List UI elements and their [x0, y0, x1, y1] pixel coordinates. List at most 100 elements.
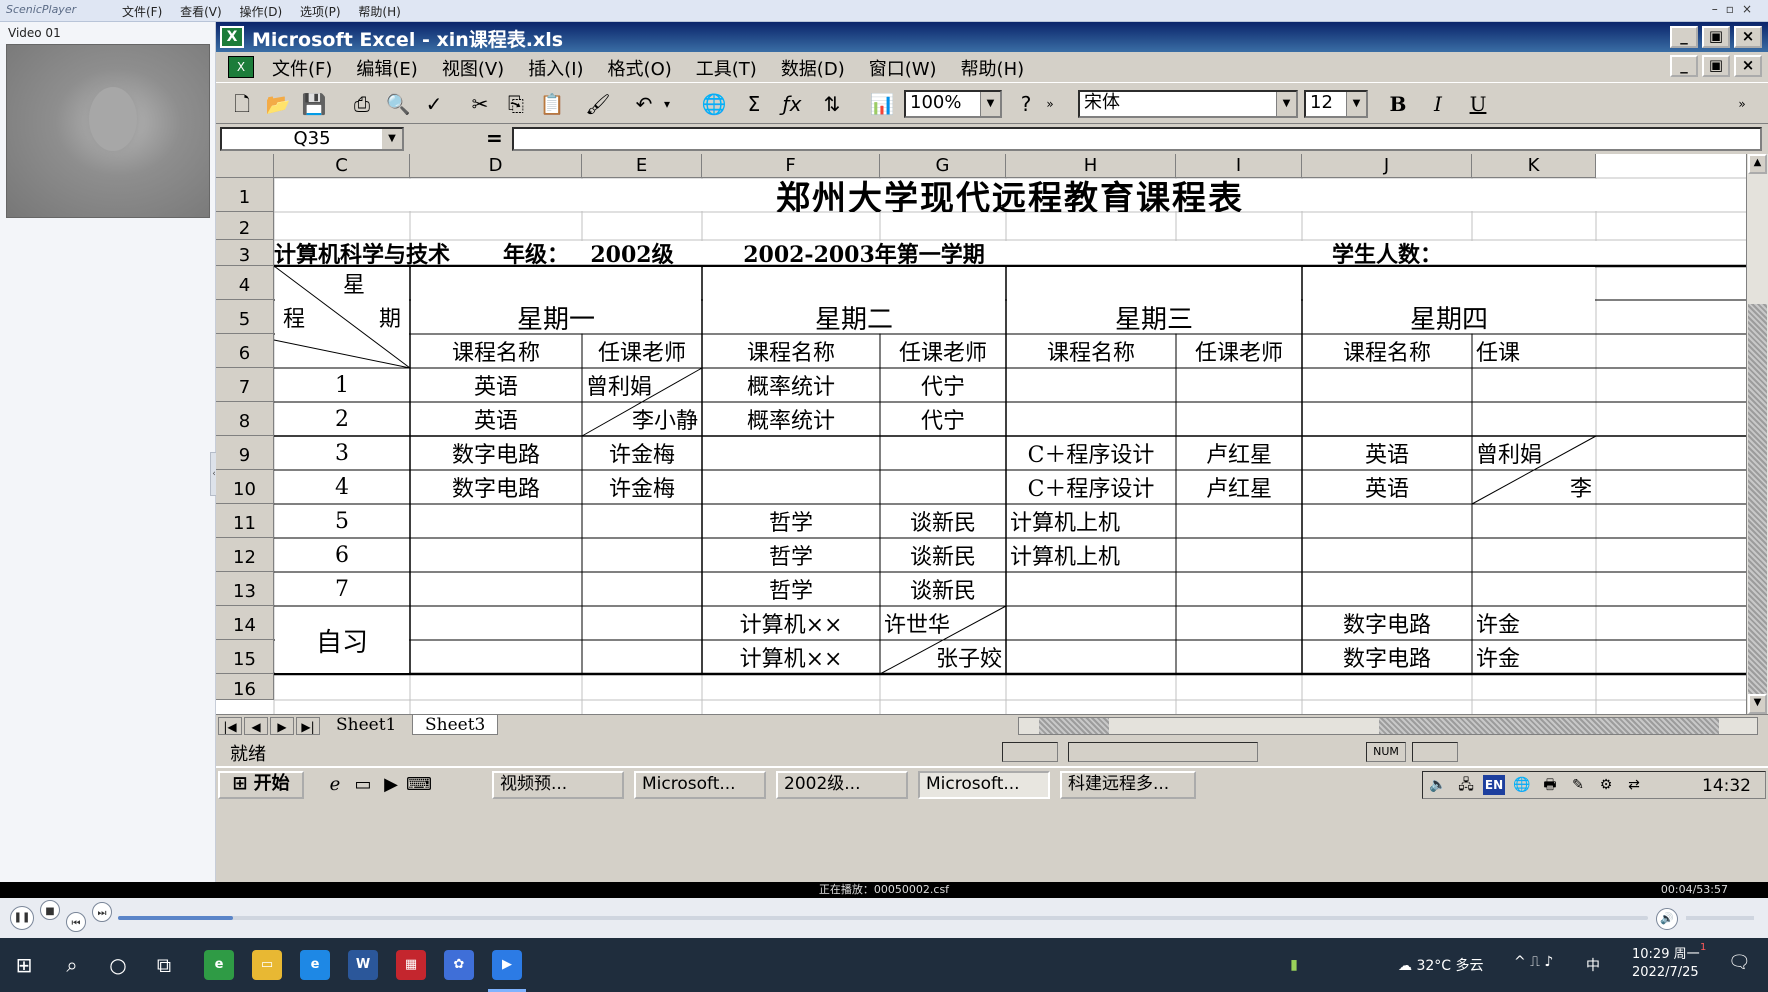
course-name-header[interactable]: 课程名称 — [702, 334, 880, 368]
player-menu-help[interactable]: 帮助(H) — [358, 5, 400, 19]
column-header-d[interactable]: D — [410, 154, 582, 178]
progress-bar[interactable] — [118, 916, 1648, 920]
task-video-preview[interactable]: 视频预... — [492, 771, 624, 799]
console-icon[interactable]: ⌨ — [406, 773, 432, 797]
word-icon[interactable]: W — [348, 950, 378, 980]
cell-d10[interactable]: 数字电路 — [410, 470, 582, 504]
spelling-icon[interactable]: ✓ — [418, 89, 450, 119]
term-cell[interactable]: 2002-2003年第一学期 — [702, 240, 1026, 266]
last-sheet-icon[interactable]: ▶| — [296, 717, 320, 735]
underline-icon[interactable]: U — [1462, 89, 1494, 119]
corner-course[interactable]: 程 — [274, 300, 314, 334]
app-360-icon[interactable]: e — [204, 950, 234, 980]
pause-icon[interactable]: ❚❚ — [10, 906, 34, 930]
format-painter-icon[interactable]: 🖌 — [582, 89, 614, 119]
formula-input[interactable] — [512, 127, 1762, 151]
row-header-15[interactable]: 15 — [216, 640, 274, 674]
cell-g12[interactable]: 谈新民 — [880, 538, 1006, 572]
formula-equals-button[interactable]: = — [486, 126, 503, 150]
row-header-5[interactable]: 5 — [216, 300, 274, 334]
previous-icon[interactable]: ⏮ — [66, 912, 86, 932]
cell-i10[interactable]: 卢红星 — [1176, 470, 1302, 504]
cell-g11[interactable]: 谈新民 — [880, 504, 1006, 538]
chevron-down-icon[interactable]: ▼ — [1346, 92, 1366, 116]
close-icon[interactable]: × — [1742, 2, 1760, 16]
undo-icon[interactable]: ↶ — [628, 89, 660, 119]
print-icon[interactable]: ⎙ — [346, 89, 378, 119]
cell-e8[interactable]: 李小静 — [582, 402, 702, 436]
period-4[interactable]: 4 — [274, 470, 410, 504]
cell-d8[interactable]: 英语 — [410, 402, 582, 436]
workbook-restore-button[interactable]: ▣ — [1702, 55, 1730, 77]
task-microsoft-excel[interactable]: Microsoft... — [918, 771, 1050, 799]
task-kejian[interactable]: 科建远程多... — [1060, 771, 1196, 799]
row-header-1[interactable]: 1 — [216, 178, 274, 212]
speaker-icon[interactable]: 🔈 — [1427, 775, 1449, 795]
print-preview-icon[interactable]: 🔍 — [382, 89, 414, 119]
row-header-14[interactable]: 14 — [216, 606, 274, 640]
row-header-16[interactable]: 16 — [216, 674, 274, 700]
sort-icon[interactable]: ⇅ — [816, 89, 848, 119]
copy-icon[interactable]: ⎘ — [500, 89, 532, 119]
cell-g15[interactable]: 张子姣 — [880, 640, 1006, 674]
stop-icon[interactable]: ■ — [40, 900, 60, 920]
scroll-down-icon[interactable]: ▼ — [1748, 694, 1767, 714]
desktop-icon[interactable]: ▭ — [350, 773, 376, 797]
corner-period[interactable]: 期 — [370, 300, 410, 334]
day-header-1[interactable]: 星期一 — [410, 300, 702, 335]
workbook-close-button[interactable]: × — [1734, 55, 1762, 77]
workbook-minimize-button[interactable]: _ — [1670, 55, 1698, 77]
web-icon[interactable]: 🌐 — [698, 89, 730, 119]
cell-d9[interactable]: 数字电路 — [410, 436, 582, 470]
cell-k9[interactable]: 曾利娟 — [1472, 436, 1596, 470]
restore-button[interactable]: ▣ — [1702, 26, 1730, 48]
cell-g8[interactable]: 代宁 — [880, 402, 1006, 436]
chevron-down-icon[interactable]: ▼ — [980, 92, 1000, 116]
task-view-icon[interactable]: ⧉ — [150, 951, 178, 979]
column-header-e[interactable]: E — [582, 154, 702, 178]
minimize-button[interactable]: _ — [1670, 26, 1698, 48]
font-name-select[interactable]: 宋体 ▼ — [1078, 90, 1298, 118]
menu-data[interactable]: 数据(D) — [781, 55, 845, 81]
printer-icon[interactable]: 🖶 — [1539, 775, 1561, 795]
ime-indicator[interactable]: 中 — [1586, 955, 1600, 975]
cell-h10[interactable]: C＋程序设计 — [1006, 470, 1176, 504]
column-header-k[interactable]: K — [1472, 154, 1596, 178]
xp-start-button[interactable]: ⊞ 开始 — [218, 771, 304, 799]
cell-f11[interactable]: 哲学 — [702, 504, 880, 538]
windows-clock[interactable]: 10:29 周一 2022/7/25 — [1632, 946, 1700, 982]
autosum-icon[interactable]: Σ — [738, 89, 770, 119]
search-icon[interactable]: ⌕ — [58, 951, 86, 979]
cut-icon[interactable]: ✂ — [464, 89, 496, 119]
course-name-header[interactable]: 课程名称 — [1302, 334, 1472, 368]
cell-j10[interactable]: 英语 — [1302, 470, 1472, 504]
media-icon[interactable]: ▶ — [378, 773, 404, 797]
column-header-j[interactable]: J — [1302, 154, 1472, 178]
next-sheet-icon[interactable]: ▶ — [270, 717, 294, 735]
column-header-c[interactable]: C — [274, 154, 410, 178]
more-buttons-icon[interactable]: » — [1042, 89, 1058, 119]
teacher-header-partial[interactable]: 任课 — [1472, 334, 1746, 368]
workbook-icon[interactable]: X — [228, 56, 254, 78]
cell-k15[interactable]: 许金 — [1472, 640, 1596, 674]
cell-h9[interactable]: C＋程序设计 — [1006, 436, 1176, 470]
scroll-thumb[interactable] — [1748, 304, 1767, 714]
cell-g7[interactable]: 代宁 — [880, 368, 1006, 402]
hscroll-thumb[interactable] — [1039, 718, 1109, 734]
self-study-cell[interactable]: 自习 — [274, 606, 410, 674]
cell-f15[interactable]: 计算机×× — [702, 640, 880, 674]
chevron-down-icon[interactable]: ▼ — [382, 129, 402, 149]
cell-f14[interactable]: 计算机×× — [702, 606, 880, 640]
vertical-scrollbar[interactable]: ▲ ▼ — [1746, 154, 1768, 714]
cell-g13[interactable]: 谈新民 — [880, 572, 1006, 606]
row-header-12[interactable]: 12 — [216, 538, 274, 572]
row-header-13[interactable]: 13 — [216, 572, 274, 606]
font-size-select[interactable]: 12 ▼ — [1304, 90, 1368, 118]
row-header-6[interactable]: 6 — [216, 334, 274, 368]
period-6[interactable]: 6 — [274, 538, 410, 572]
network-icon[interactable]: 🖧 — [1455, 775, 1477, 795]
row-header-11[interactable]: 11 — [216, 504, 274, 538]
cell-d7[interactable]: 英语 — [410, 368, 582, 402]
day-header-2[interactable]: 星期二 — [702, 300, 1006, 335]
excel-app-icon[interactable]: X — [220, 26, 244, 48]
